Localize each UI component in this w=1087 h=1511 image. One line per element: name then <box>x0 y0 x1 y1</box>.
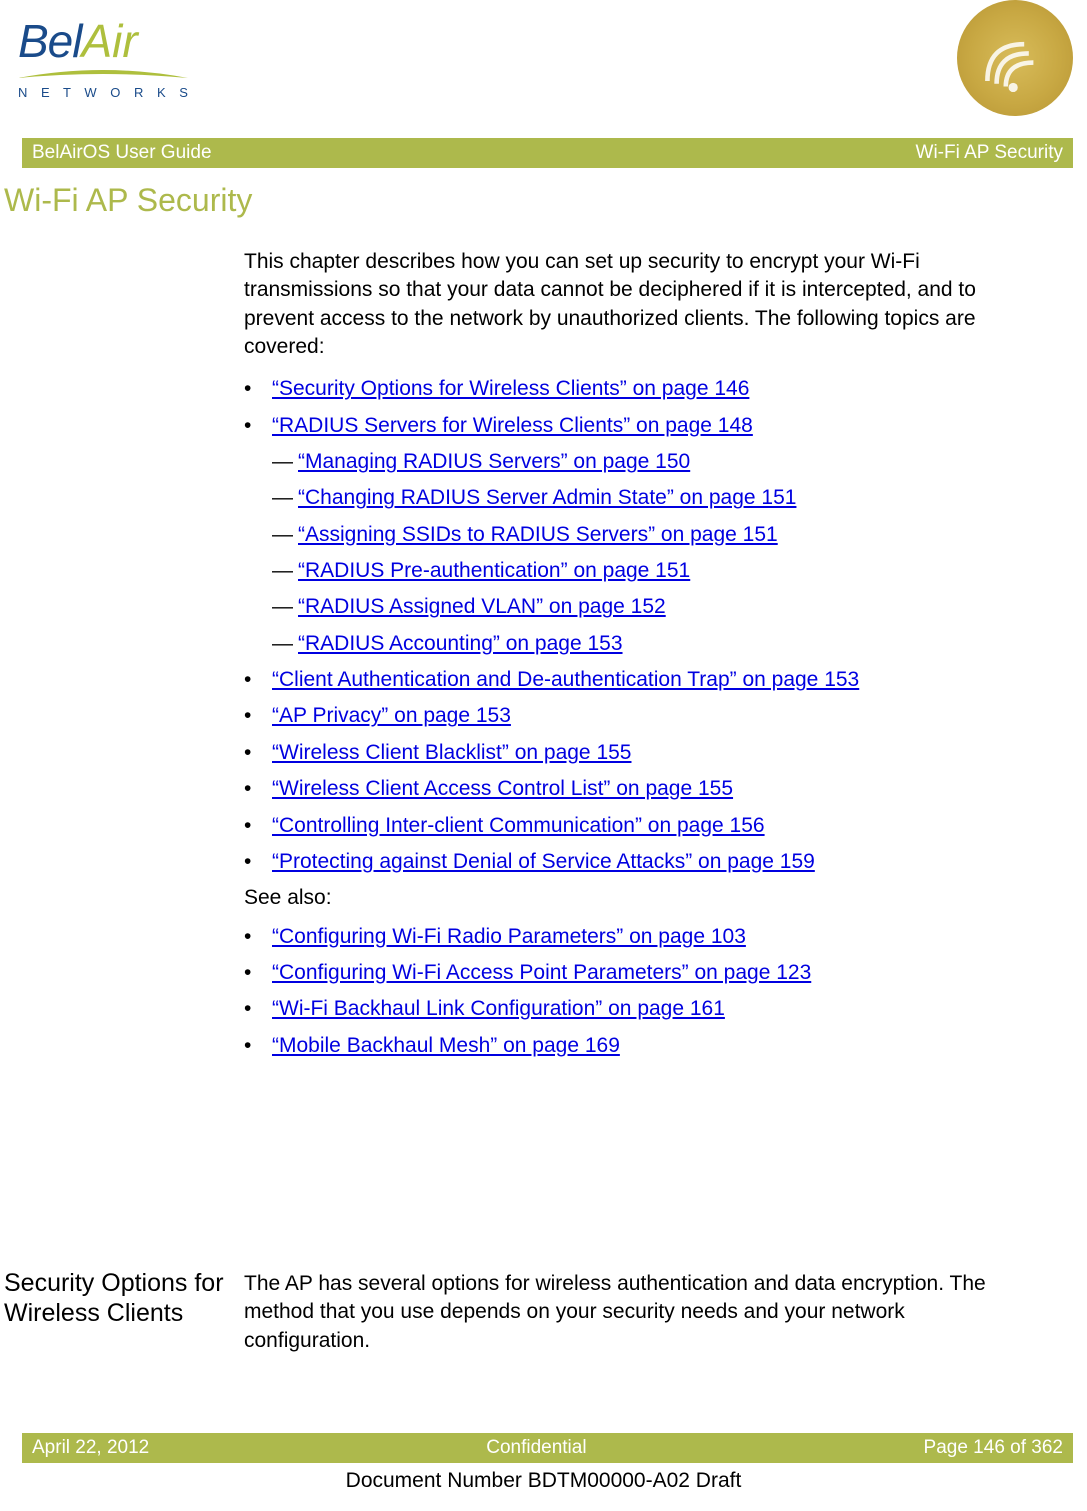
toc-link[interactable]: “RADIUS Servers for Wireless Clients” on… <box>272 412 753 440</box>
bullet-icon: • <box>244 1032 272 1060</box>
toc-link[interactable]: “RADIUS Assigned VLAN” on page 152 <box>298 593 666 621</box>
toc-link[interactable]: “AP Privacy” on page 153 <box>272 702 511 730</box>
logo-swoosh-icon <box>18 68 188 82</box>
logo-text-2: Air <box>81 14 137 68</box>
intro-paragraph: This chapter describes how you can set u… <box>244 248 1004 361</box>
toc-item: •“Wireless Client Blacklist” on page 155 <box>244 739 1004 767</box>
logo-subtext: N E T W O R K S <box>18 85 193 100</box>
toc-link[interactable]: “RADIUS Pre-authentication” on page 151 <box>298 557 690 585</box>
bullet-icon: • <box>244 666 272 694</box>
footer-bar: April 22, 2012 Confidential Page 146 of … <box>22 1433 1073 1463</box>
toc-item: —“RADIUS Accounting” on page 153 <box>244 630 1004 658</box>
see-also-item: •“Configuring Wi-Fi Access Point Paramet… <box>244 959 1004 987</box>
see-also-label: See also: <box>244 884 1004 912</box>
dash-icon: — <box>272 448 298 476</box>
bullet-icon: • <box>244 959 272 987</box>
toc-item: —“Managing RADIUS Servers” on page 150 <box>244 448 1004 476</box>
toc-item: —“Changing RADIUS Server Admin State” on… <box>244 484 1004 512</box>
see-also-link[interactable]: “Mobile Backhaul Mesh” on page 169 <box>272 1032 620 1060</box>
header-right: Wi-Fi AP Security <box>916 142 1063 164</box>
toc-item: •“Controlling Inter-client Communication… <box>244 812 1004 840</box>
header-bar: BelAirOS User Guide Wi-Fi AP Security <box>22 138 1073 168</box>
dash-icon: — <box>272 557 298 585</box>
toc-link[interactable]: “Controlling Inter-client Communication”… <box>272 812 765 840</box>
toc-link[interactable]: “Security Options for Wireless Clients” … <box>272 375 749 403</box>
toc-link[interactable]: “RADIUS Accounting” on page 153 <box>298 630 623 658</box>
toc-link[interactable]: “Assigning SSIDs to RADIUS Servers” on p… <box>298 521 778 549</box>
dash-icon: — <box>272 484 298 512</box>
footer-confidential: Confidential <box>486 1437 586 1459</box>
bullet-icon: • <box>244 995 272 1023</box>
toc-item: —“Assigning SSIDs to RADIUS Servers” on … <box>244 521 1004 549</box>
dash-icon: — <box>272 593 298 621</box>
toc-link[interactable]: “Changing RADIUS Server Admin State” on … <box>298 484 796 512</box>
see-also-item: •“Configuring Wi-Fi Radio Parameters” on… <box>244 923 1004 951</box>
toc-link[interactable]: “Managing RADIUS Servers” on page 150 <box>298 448 690 476</box>
bullet-icon: • <box>244 923 272 951</box>
see-also-item: •“Mobile Backhaul Mesh” on page 169 <box>244 1032 1004 1060</box>
see-also-link[interactable]: “Configuring Wi-Fi Access Point Paramete… <box>272 959 811 987</box>
toc-item: •“Protecting against Denial of Service A… <box>244 848 1004 876</box>
page: BelAir N E T W O R K S BelAirOS User Gui… <box>0 0 1087 1511</box>
page-title: Wi-Fi AP Security <box>4 182 252 219</box>
toc-item: —“RADIUS Assigned VLAN” on page 152 <box>244 593 1004 621</box>
section-body: The AP has several options for wireless … <box>244 1268 1004 1355</box>
footer-page: Page 146 of 362 <box>924 1437 1063 1459</box>
toc-item: •“Security Options for Wireless Clients”… <box>244 375 1004 403</box>
logo-text-1: Bel <box>18 14 81 68</box>
toc-item: •“AP Privacy” on page 153 <box>244 702 1004 730</box>
bullet-icon: • <box>244 848 272 876</box>
see-also-link[interactable]: “Configuring Wi-Fi Radio Parameters” on … <box>272 923 746 951</box>
dash-icon: — <box>272 521 298 549</box>
toc-link[interactable]: “Wireless Client Blacklist” on page 155 <box>272 739 631 767</box>
toc-item: •“Wireless Client Access Control List” o… <box>244 775 1004 803</box>
toc-item: —“RADIUS Pre-authentication” on page 151 <box>244 557 1004 585</box>
bullet-icon: • <box>244 412 272 440</box>
see-also-link[interactable]: “Wi-Fi Backhaul Link Configuration” on p… <box>272 995 725 1023</box>
corner-badge-icon <box>957 0 1073 116</box>
toc-link[interactable]: “Client Authentication and De-authentica… <box>272 666 859 694</box>
toc-link[interactable]: “Protecting against Denial of Service At… <box>272 848 815 876</box>
dash-icon: — <box>272 630 298 658</box>
toc-item: •“Client Authentication and De-authentic… <box>244 666 1004 694</box>
footer-date: April 22, 2012 <box>32 1437 149 1459</box>
bullet-icon: • <box>244 739 272 767</box>
bullet-icon: • <box>244 375 272 403</box>
toc-link[interactable]: “Wireless Client Access Control List” on… <box>272 775 733 803</box>
body-content: This chapter describes how you can set u… <box>244 248 1004 1068</box>
section-row: Security Options for Wireless Clients Th… <box>4 1268 1004 1355</box>
brand-logo: BelAir N E T W O R K S <box>18 14 193 100</box>
header-left: BelAirOS User Guide <box>32 142 212 164</box>
see-also-item: •“Wi-Fi Backhaul Link Configuration” on … <box>244 995 1004 1023</box>
bullet-icon: • <box>244 775 272 803</box>
bullet-icon: • <box>244 812 272 840</box>
section-heading: Security Options for Wireless Clients <box>4 1268 244 1355</box>
toc-item: •“RADIUS Servers for Wireless Clients” o… <box>244 412 1004 440</box>
document-number: Document Number BDTM00000-A02 Draft <box>0 1469 1087 1493</box>
bullet-icon: • <box>244 702 272 730</box>
